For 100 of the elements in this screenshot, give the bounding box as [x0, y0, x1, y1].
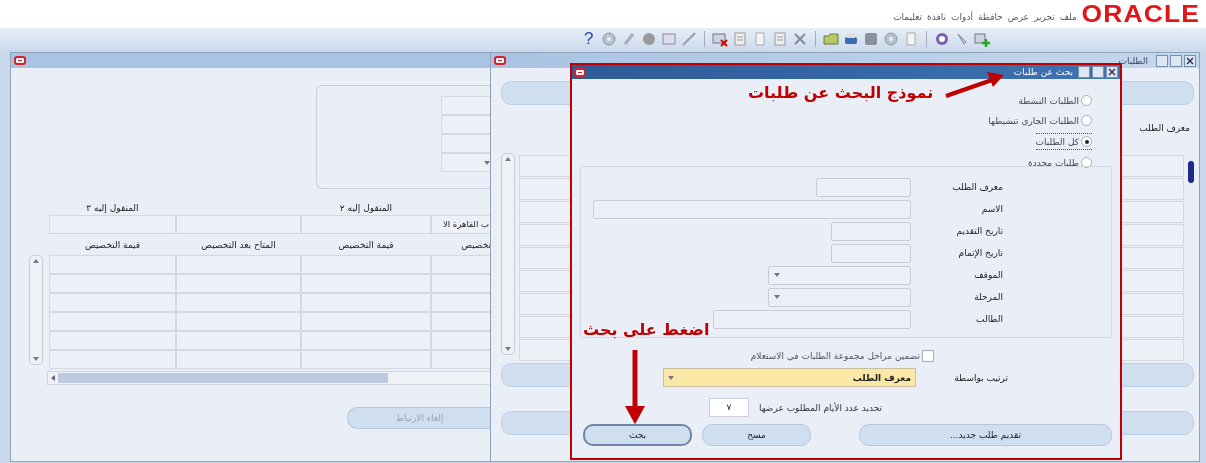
table-cell[interactable]: [176, 274, 301, 293]
field-label: ترتيب بواسطة: [953, 372, 1009, 383]
table-cell[interactable]: [301, 331, 431, 350]
arrow-down-icon[interactable]: [33, 357, 39, 361]
oracle-icon: [574, 67, 586, 77]
arrow-annotation: [944, 70, 1006, 100]
table-cell[interactable]: [176, 255, 301, 274]
table-cell[interactable]: [431, 350, 491, 369]
menu-item[interactable]: ملف: [1059, 12, 1077, 22]
caret-icon: [668, 375, 674, 380]
text-field[interactable]: [176, 215, 301, 234]
field-label: معرف الطلب: [1139, 123, 1190, 133]
days-field[interactable]: ٧: [708, 398, 749, 417]
sort-dropdown[interactable]: معرف الطلب: [663, 368, 916, 387]
table-cell[interactable]: [49, 274, 176, 293]
window-title: الطلبات: [1118, 55, 1148, 66]
arrow-up-icon[interactable]: [33, 259, 39, 263]
column-header: تخصيص: [460, 240, 491, 252]
dialog-title: بحث عن طلبات: [1013, 67, 1073, 77]
text-field[interactable]: [49, 215, 176, 234]
text-field[interactable]: [441, 134, 491, 153]
doc-icon[interactable]: [772, 31, 789, 47]
text-field[interactable]: [831, 243, 911, 263]
radio-option[interactable]: الطلبات الجاري تنشيطها: [988, 113, 1092, 128]
caret-icon: [774, 273, 780, 277]
field-label: المرحلة: [973, 292, 1004, 302]
folder-icon[interactable]: [823, 31, 840, 47]
printer-icon[interactable]: [843, 31, 860, 47]
column-header: قيمة التخصيص: [83, 240, 142, 252]
radio-option[interactable]: طلبات محددة: [1028, 155, 1092, 170]
dropdown-field[interactable]: [441, 153, 491, 172]
minimize-icon[interactable]: [1156, 54, 1168, 67]
dialog-button[interactable]: مسح: [702, 424, 811, 446]
checkbox-option[interactable]: تضمين مراحل مجموعة الطلبات في الاستعلام: [580, 350, 934, 362]
scrollbar[interactable]: [47, 371, 491, 385]
field-label: الطالب: [975, 314, 1004, 324]
text-field[interactable]: [441, 96, 491, 115]
dropdown-field[interactable]: [768, 287, 911, 307]
window-icon[interactable]: [661, 31, 678, 47]
table-cell[interactable]: [431, 293, 491, 312]
field-label: تاريخ الإتمام: [957, 248, 1004, 258]
table-cell[interactable]: [176, 350, 301, 369]
field-label: تحديد عدد الأيام المطلوب عرضها: [758, 402, 882, 413]
arrow-down-icon[interactable]: [505, 347, 511, 351]
table-cell[interactable]: [176, 331, 301, 350]
dialog-button[interactable]: تقديم طلب جديد...: [859, 424, 1112, 446]
gear-icon[interactable]: [601, 31, 618, 47]
table-cell[interactable]: [176, 293, 301, 312]
scrollbar[interactable]: [29, 255, 43, 365]
table-cell[interactable]: [301, 274, 431, 293]
table-cell[interactable]: [301, 350, 431, 369]
text-field[interactable]: [301, 215, 431, 234]
radio-option[interactable]: الطلبات النشطة: [1018, 93, 1092, 108]
text-field[interactable]: [593, 199, 911, 219]
caret-icon: [774, 295, 780, 299]
radio-option[interactable]: كل الطلبات: [1035, 133, 1092, 150]
text-field[interactable]: [816, 177, 911, 197]
text-field[interactable]: [713, 309, 911, 329]
menu-item[interactable]: تحرير: [1034, 12, 1055, 22]
table-cell[interactable]: [49, 312, 176, 331]
oracle-icon: [14, 56, 26, 65]
plus-icon[interactable]: [974, 31, 991, 47]
text-field[interactable]: ب القاهرة الا: [431, 215, 491, 234]
menu-item[interactable]: عرض: [1007, 12, 1029, 22]
table-cell[interactable]: [431, 331, 491, 350]
table-cell[interactable]: [431, 312, 491, 331]
arrow-up-icon[interactable]: [505, 157, 511, 161]
menu-item[interactable]: نافذة: [927, 12, 947, 22]
table-cell[interactable]: [301, 255, 431, 274]
menu-item[interactable]: أدوات: [951, 12, 973, 22]
oracle-logo: ORACLE: [1081, 0, 1200, 28]
minimize-icon[interactable]: [1078, 66, 1090, 78]
table-cell[interactable]: [431, 274, 491, 293]
menu-item[interactable]: تعليمات: [893, 12, 923, 22]
row-indicator: [1188, 161, 1194, 183]
annotation-text: نموذج البحث عن طلبات: [748, 83, 934, 102]
dropdown-field[interactable]: [768, 265, 911, 285]
close-icon[interactable]: [1184, 54, 1196, 67]
table-cell[interactable]: [49, 293, 176, 312]
table-cell[interactable]: [176, 312, 301, 331]
table-cell[interactable]: [49, 331, 176, 350]
close-icon[interactable]: [1106, 66, 1118, 78]
text-field[interactable]: [441, 115, 491, 134]
field-label: الموقف: [973, 270, 1004, 280]
scrollbar[interactable]: [501, 153, 515, 355]
table-cell[interactable]: [301, 312, 431, 331]
menu-item[interactable]: حافظة: [977, 12, 1003, 22]
help-button[interactable]: ?: [584, 29, 594, 49]
circle-icon[interactable]: [641, 31, 658, 47]
text-field[interactable]: [831, 221, 911, 241]
table-cell[interactable]: [49, 255, 176, 274]
table-cell[interactable]: [49, 350, 176, 369]
table-cell[interactable]: [301, 293, 431, 312]
dialog-button[interactable]: بحث: [583, 424, 692, 446]
column-header: قيمة التخصيص: [337, 240, 395, 252]
field-label: تاريخ التقديم: [955, 226, 1004, 236]
gear-icon[interactable]: [883, 31, 900, 47]
cross-icon[interactable]: [712, 31, 729, 47]
oracle-icon: [494, 56, 506, 65]
table-cell[interactable]: [431, 255, 491, 274]
